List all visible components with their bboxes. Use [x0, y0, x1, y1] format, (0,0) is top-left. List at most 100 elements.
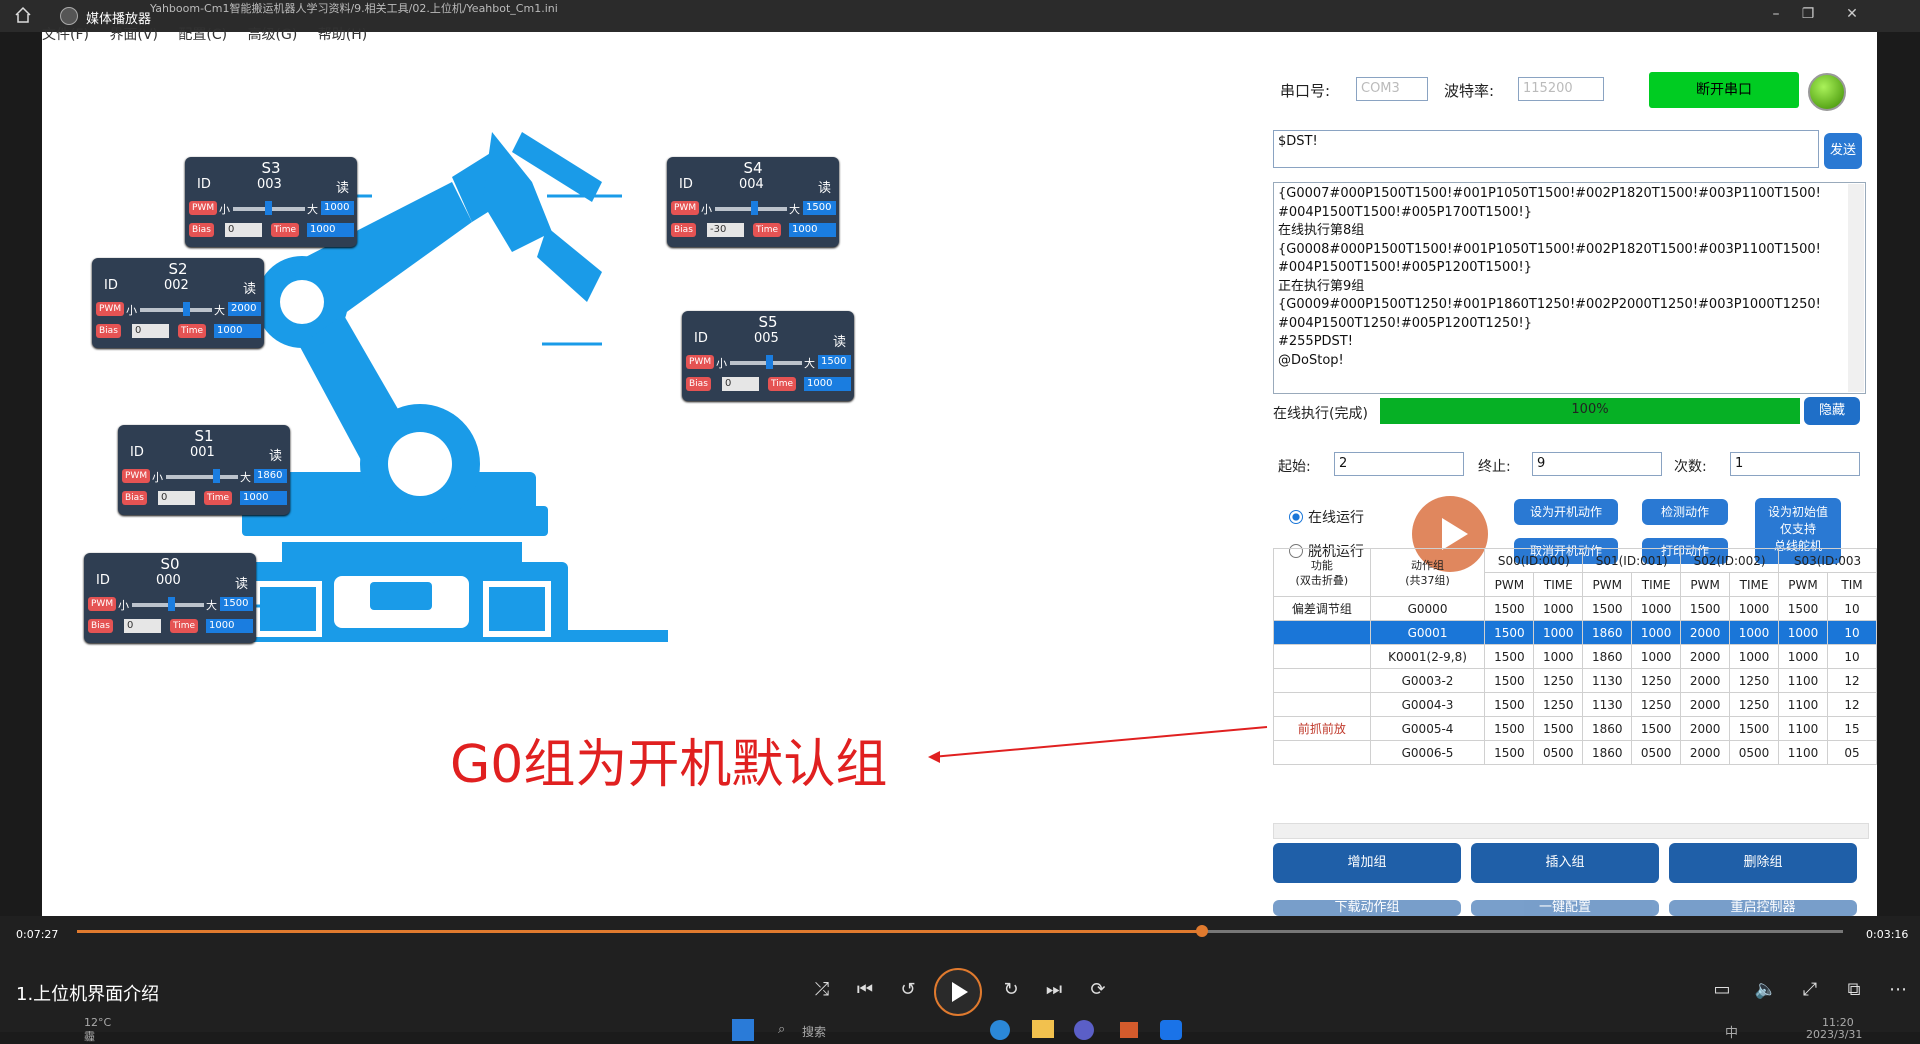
- start-spinbox[interactable]: 2: [1334, 452, 1464, 476]
- time-tag: Time: [178, 324, 207, 338]
- row-cell: 1000: [1533, 644, 1584, 669]
- bias-value[interactable]: -30: [707, 223, 744, 237]
- count-spinbox[interactable]: 1: [1730, 452, 1860, 476]
- log-output[interactable]: {G0007#000P1500T1500!#001P1050T1500!#002…: [1273, 182, 1866, 394]
- restart-controller-button[interactable]: 重启控制器: [1669, 900, 1857, 916]
- subtitles-icon[interactable]: ▭: [1708, 976, 1736, 1004]
- menu-help[interactable]: 帮助(H): [318, 27, 367, 43]
- port-input[interactable]: COM3: [1356, 77, 1428, 101]
- online-radio[interactable]: [1289, 510, 1303, 524]
- edge-browser-icon[interactable]: [990, 1020, 1010, 1040]
- servo-read-button[interactable]: 读: [235, 573, 248, 592]
- player-play-button[interactable]: [934, 968, 982, 1016]
- pwm-value[interactable]: 1860: [254, 469, 287, 483]
- download-group-button[interactable]: 下载动作组: [1273, 900, 1461, 916]
- menu-view[interactable]: 界面(V): [109, 27, 158, 43]
- app-icon[interactable]: [1074, 1020, 1094, 1040]
- table-horizontal-scrollbar[interactable]: [1273, 823, 1869, 839]
- forward-30-icon[interactable]: ↻: [997, 976, 1025, 1004]
- servo-id-label: ID: [694, 331, 708, 346]
- row-cell: 1000: [1533, 596, 1584, 621]
- servo-id-value: 000: [156, 573, 181, 588]
- bias-value[interactable]: 0: [124, 619, 161, 633]
- time-value[interactable]: 1000: [307, 223, 354, 237]
- end-spinbox[interactable]: 9: [1532, 452, 1662, 476]
- time-value[interactable]: 1000: [804, 377, 851, 391]
- taskbar-search-icon[interactable]: ⌕: [778, 1022, 785, 1037]
- minimize-icon[interactable]: –: [1766, 4, 1786, 24]
- hide-button[interactable]: 隐藏: [1804, 397, 1860, 425]
- pwm-slider[interactable]: [166, 475, 238, 479]
- pwm-slider-thumb[interactable]: [766, 355, 773, 369]
- time-value[interactable]: 1000: [789, 223, 836, 237]
- table-row[interactable]: G0001 1500 1000 1860 1000 2000 1000 1000 10: [1273, 620, 1878, 645]
- pwm-value[interactable]: 1500: [818, 355, 851, 369]
- windows-start-icon[interactable]: [732, 1019, 754, 1041]
- bias-value[interactable]: 0: [132, 324, 169, 338]
- bias-value[interactable]: 0: [722, 377, 759, 391]
- insert-group-button[interactable]: 插入组: [1471, 843, 1659, 883]
- pwm-value[interactable]: 1500: [220, 597, 253, 611]
- volume-icon[interactable]: 🔈: [1752, 976, 1780, 1004]
- send-button[interactable]: 发送: [1824, 133, 1862, 169]
- servo-panel-s0: S0 ID 000 读 PWM 小 大 1500 Bias 0 Time 1000: [84, 553, 256, 643]
- pwm-slider[interactable]: [140, 308, 212, 312]
- time-value[interactable]: 1000: [206, 619, 253, 633]
- delete-group-button[interactable]: 删除组: [1669, 843, 1857, 883]
- seek-bar[interactable]: [77, 925, 1843, 937]
- table-row[interactable]: G0003-2 1500 1250 1130 1250 2000 1250 1100 12: [1273, 668, 1878, 693]
- pwm-value[interactable]: 1000: [321, 201, 354, 215]
- servo-read-button[interactable]: 读: [336, 177, 349, 196]
- time-value[interactable]: 1000: [240, 491, 287, 505]
- previous-icon[interactable]: ⏮: [851, 976, 879, 1004]
- log-line: #004P1500T1250!#005P1200T1250!}: [1278, 315, 1533, 331]
- file-explorer-icon[interactable]: [1032, 1020, 1054, 1038]
- app-icon[interactable]: [1120, 1022, 1138, 1038]
- rewind-10-icon[interactable]: ↺: [894, 976, 922, 1004]
- pwm-slider-thumb[interactable]: [265, 201, 273, 215]
- table-row[interactable]: G0004-3 1500 1250 1130 1250 2000 1250 1100 12: [1273, 692, 1878, 717]
- pwm-value[interactable]: 2000: [228, 302, 261, 316]
- miniplayer-icon[interactable]: ⧉: [1840, 976, 1868, 1004]
- servo-read-button[interactable]: 读: [833, 331, 846, 350]
- more-options-icon[interactable]: ⋯: [1884, 976, 1912, 1004]
- seek-thumb[interactable]: [1195, 925, 1208, 937]
- menu-config[interactable]: 配置(C): [178, 27, 227, 43]
- next-icon[interactable]: ⏭: [1040, 976, 1068, 1004]
- pwm-slider-thumb[interactable]: [183, 302, 191, 316]
- table-row[interactable]: K0001(2-9,8) 1500 1000 1860 1000 2000 1000 1000…: [1273, 644, 1878, 669]
- table-row[interactable]: 偏差调节组 G0000 1500 1000 1500 1000 1500 1000 1500 10: [1273, 596, 1878, 621]
- pwm-value[interactable]: 1500: [803, 201, 836, 215]
- table-row[interactable]: 前抓前放 G0005-4 1500 1500 1860 1500 2000 1500 1100 1…: [1273, 716, 1878, 741]
- servo-read-button[interactable]: 读: [243, 278, 256, 297]
- table-header-group: 动作组 (共37组): [1369, 548, 1486, 597]
- pwm-slider-thumb[interactable]: [751, 201, 758, 215]
- set-boot-action-button[interactable]: 设为开机动作: [1514, 499, 1618, 525]
- menu-advanced[interactable]: 高级(G): [248, 27, 298, 43]
- bias-value[interactable]: 0: [225, 223, 262, 237]
- restore-icon[interactable]: ❐: [1798, 4, 1818, 24]
- close-icon[interactable]: ✕: [1842, 4, 1862, 24]
- pwm-slider-thumb[interactable]: [168, 597, 175, 611]
- servo-read-button[interactable]: 读: [269, 445, 282, 464]
- one-key-config-button[interactable]: 一键配置: [1471, 900, 1659, 916]
- bias-tag: Bias: [189, 223, 214, 237]
- app-icon[interactable]: [1160, 1020, 1182, 1040]
- log-scrollbar[interactable]: [1848, 184, 1864, 392]
- check-action-button[interactable]: 检测动作: [1642, 499, 1728, 525]
- menu-file[interactable]: 文件(F): [42, 27, 89, 43]
- disconnect-button[interactable]: 断开串口: [1649, 72, 1799, 108]
- time-value[interactable]: 1000: [214, 324, 261, 338]
- servo-panel-s3: S3 ID 003 读 PWM 小大 1000 Bias 0 Time 1000: [185, 157, 357, 247]
- servo-read-button[interactable]: 读: [818, 177, 831, 196]
- baud-input[interactable]: 115200: [1518, 77, 1604, 101]
- add-group-button[interactable]: 增加组: [1273, 843, 1461, 883]
- fullscreen-icon[interactable]: ⤢: [1796, 976, 1824, 1004]
- shuffle-icon[interactable]: ⤮: [808, 976, 836, 1004]
- pwm-slider-thumb[interactable]: [212, 469, 220, 483]
- command-input[interactable]: $DST!: [1273, 130, 1819, 168]
- table-row[interactable]: G0006-5 1500 0500 1860 0500 2000 0500 1100 05: [1273, 740, 1878, 765]
- bias-value[interactable]: 0: [158, 491, 195, 505]
- home-icon[interactable]: [14, 6, 32, 24]
- repeat-icon[interactable]: ⟳: [1084, 976, 1112, 1004]
